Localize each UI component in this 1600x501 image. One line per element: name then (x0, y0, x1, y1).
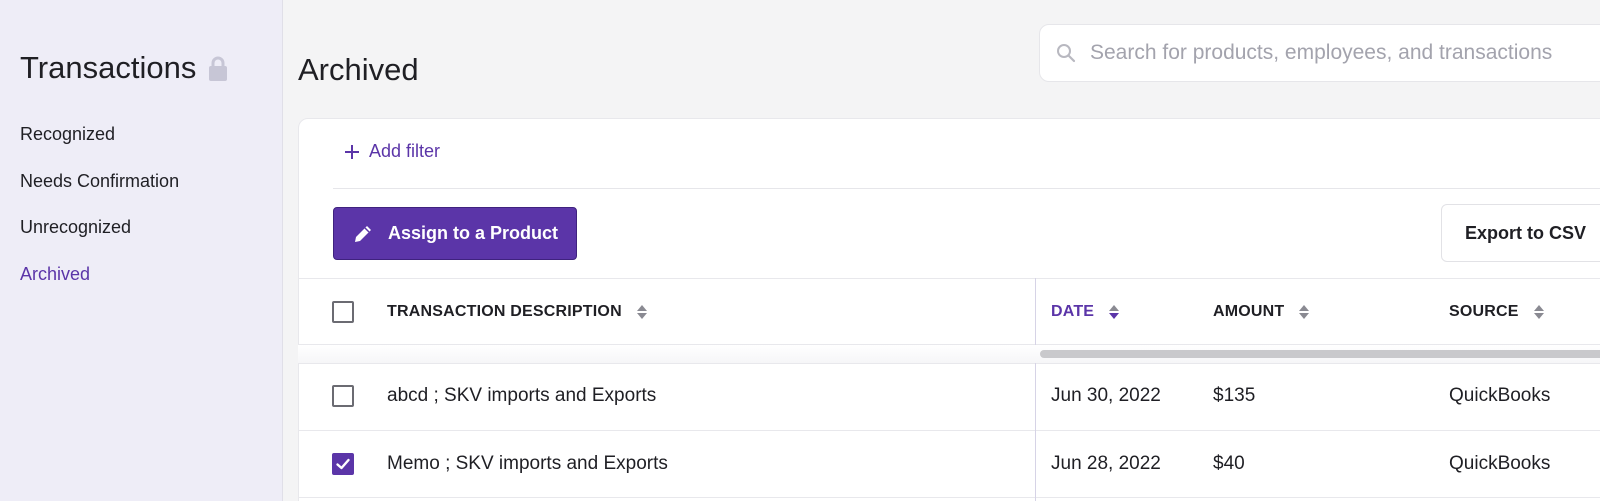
sidebar-title-text: Transactions (20, 50, 197, 85)
add-filter-button[interactable]: Add filter (344, 141, 440, 162)
column-header-label: TRANSACTION DESCRIPTION (387, 303, 622, 320)
row-source: QuickBooks (1449, 453, 1551, 474)
sidebar-title: Transactions (20, 50, 228, 86)
page-title: Archived (298, 52, 419, 87)
column-header-label: AMOUNT (1213, 303, 1285, 320)
column-divider (1035, 363, 1036, 501)
sidebar-item-recognized[interactable]: Recognized (20, 120, 179, 167)
checkmark-icon (336, 458, 350, 470)
export-csv-button[interactable]: Export to CSV (1441, 204, 1600, 262)
column-header-label: SOURCE (1449, 303, 1519, 320)
lock-icon (208, 56, 228, 82)
plus-icon (344, 144, 360, 160)
search-icon (1056, 43, 1076, 63)
sidebar: Transactions Recognized Needs Confirmati… (0, 0, 283, 501)
column-header-date[interactable]: DATE (1051, 303, 1120, 321)
row-source: QuickBooks (1449, 385, 1551, 406)
column-header-description[interactable]: TRANSACTION DESCRIPTION (387, 303, 648, 321)
divider (333, 188, 1600, 189)
sort-icon (1533, 304, 1545, 320)
horizontal-scrollbar[interactable] (1040, 350, 1600, 358)
select-all-checkbox[interactable] (332, 301, 354, 323)
row-checkbox[interactable] (332, 385, 354, 407)
sidebar-item-needs-confirmation[interactable]: Needs Confirmation (20, 167, 179, 214)
table-top-border (298, 278, 1600, 279)
row-description: abcd ; SKV imports and Exports (387, 385, 657, 406)
sidebar-item-archived[interactable]: Archived (20, 260, 179, 307)
search-box (1039, 24, 1600, 82)
row-date: Jun 30, 2022 (1051, 385, 1161, 406)
row-date: Jun 28, 2022 (1051, 453, 1161, 474)
row-amount: $135 (1213, 385, 1256, 406)
assign-to-product-button[interactable]: Assign to a Product (333, 207, 577, 260)
row-border (298, 363, 1600, 364)
add-filter-label: Add filter (369, 141, 441, 161)
search-input[interactable] (1090, 41, 1600, 65)
assign-to-product-label: Assign to a Product (388, 223, 559, 243)
sort-icon (636, 304, 648, 320)
column-header-source[interactable]: SOURCE (1449, 303, 1545, 321)
sidebar-item-unrecognized[interactable]: Unrecognized (20, 213, 179, 260)
export-csv-label: Export to CSV (1465, 222, 1587, 243)
sort-icon (1108, 304, 1120, 320)
row-border (298, 497, 1600, 498)
column-divider (1035, 278, 1036, 345)
row-checkbox[interactable] (332, 453, 354, 475)
sort-icon (1298, 304, 1310, 320)
sidebar-nav: Recognized Needs Confirmation Unrecogniz… (20, 120, 179, 306)
row-border (298, 430, 1600, 431)
row-description: Memo ; SKV imports and Exports (387, 453, 668, 474)
column-header-label: DATE (1051, 303, 1095, 320)
pencil-icon (352, 223, 374, 245)
column-header-amount[interactable]: AMOUNT (1213, 303, 1310, 321)
row-amount: $40 (1213, 453, 1245, 474)
